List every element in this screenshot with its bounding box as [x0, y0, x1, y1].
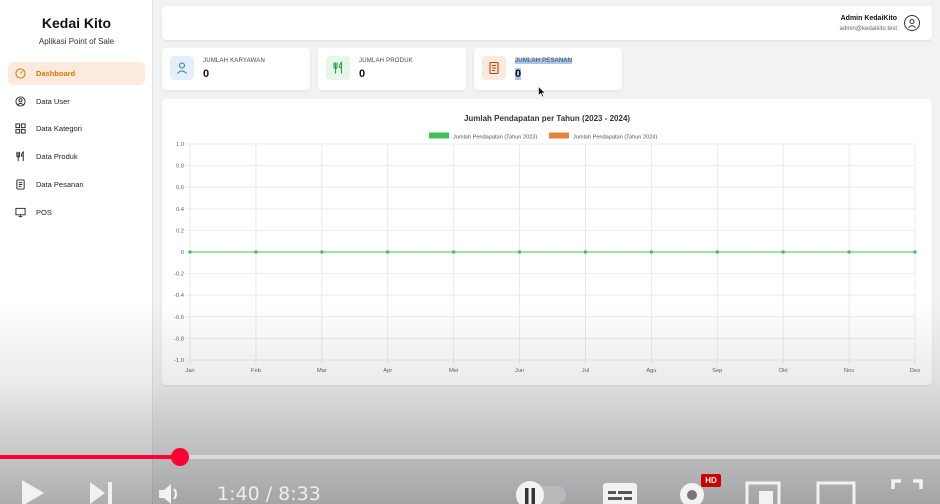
pause-toggle-icon [516, 481, 566, 504]
data-point [913, 250, 917, 254]
data-point [320, 250, 324, 254]
sidebar-item-data-pesanan[interactable]: Data Pesanan [8, 173, 145, 196]
brand-title: Kedai Kito [41, 15, 112, 31]
stat-label: JUMLAH PRODUK [359, 58, 413, 64]
hd-badge: HD [701, 474, 721, 487]
stat-value: 0 [203, 68, 210, 80]
monitor-icon [15, 207, 26, 218]
stat-card-karyawan: JUMLAH KARYAWAN 0 [162, 48, 310, 90]
admin-email: admin@kedaikito.test [839, 26, 897, 32]
data-point [517, 250, 522, 254]
volume-icon [159, 484, 177, 504]
y-tick-label: -0.2 [174, 272, 184, 278]
legend-label: Jumlah Pendapatan (Tahun 2023) [453, 135, 537, 141]
autoplay-toggle[interactable] [514, 480, 568, 504]
fullscreen-icon [891, 479, 923, 489]
y-tick-label: -0.4 [174, 293, 185, 299]
volume-button[interactable] [157, 483, 181, 504]
utensils-icon [326, 56, 350, 80]
sidebar-item-label: POS [36, 208, 52, 217]
subtitles-icon [603, 483, 637, 504]
progress-bar[interactable] [0, 448, 940, 466]
stat-value: 0 [359, 68, 366, 80]
legend-label: Jumlah Pendapatan (Tahun 2024) [573, 135, 657, 141]
legend-swatch [549, 132, 569, 139]
stat-value: 0 [515, 68, 522, 80]
brand: Kedai Kito Aplikasi Point of Sale [0, 15, 153, 46]
sidebar-item-label: Data Kategori [36, 124, 82, 133]
play-button[interactable] [18, 480, 46, 504]
top-bar: Admin KedaiKito admin@kedaikito.test [162, 6, 932, 40]
sidebar-item-data-produk[interactable]: Data Produk [8, 145, 145, 168]
sidebar-item-label: Data Produk [36, 152, 78, 161]
progress-scrubber[interactable] [171, 448, 189, 466]
gauge-icon [15, 68, 26, 79]
time-display: 1:40 / 8:33 [217, 483, 321, 504]
user-icon [170, 56, 194, 80]
avatar[interactable] [904, 15, 920, 31]
fullscreen-button[interactable] [891, 479, 923, 504]
admin-name: Admin KedaiKito [840, 15, 897, 22]
sidebar-item-data-kategori[interactable]: Data Kategori [8, 117, 145, 140]
receipt-icon [482, 56, 506, 80]
miniplayer-button[interactable] [745, 481, 781, 504]
sidebar-item-pos[interactable]: POS [8, 201, 145, 224]
y-tick-label: 1.0 [176, 142, 184, 148]
data-point [583, 250, 588, 254]
mouse-cursor-icon [538, 86, 546, 98]
stat-card-pesanan: JUMLAH PESANAN 0 [474, 48, 622, 90]
sidebar-item-label: Data User [36, 97, 70, 106]
data-point [781, 250, 785, 254]
stat-label: JUMLAH KARYAWAN [203, 58, 266, 64]
user-icon [908, 19, 916, 28]
progress-played [0, 455, 180, 459]
y-tick-label: 0.8 [176, 164, 184, 170]
stat-label: JUMLAH PESANAN [515, 58, 573, 64]
y-tick-label: 0.4 [176, 207, 185, 213]
data-point [452, 250, 456, 254]
sidebar-item-dashboard[interactable]: Dashboard [8, 62, 145, 85]
utensils-icon [15, 151, 26, 162]
data-point [254, 250, 258, 254]
miniplayer-icon [745, 481, 781, 504]
theater-mode-button[interactable] [816, 481, 856, 504]
user-circle-icon [15, 96, 26, 107]
sidebar-item-data-user[interactable]: Data User [8, 90, 145, 113]
data-point [847, 250, 851, 254]
grid-icon [15, 123, 26, 134]
legend-swatch [429, 132, 449, 139]
data-point [188, 250, 192, 254]
receipt-icon [15, 179, 26, 190]
stat-card-produk: JUMLAH PRODUK 0 [318, 48, 466, 90]
y-tick-label: 0.6 [176, 185, 184, 191]
y-tick-label: 0.2 [176, 228, 184, 234]
player-controls-gradient [0, 300, 940, 504]
play-icon [22, 480, 44, 504]
subtitles-button[interactable] [602, 482, 638, 504]
y-tick-label: 0 [181, 250, 184, 256]
brand-subtitle: Aplikasi Point of Sale [38, 37, 115, 46]
skip-next-icon [90, 482, 112, 504]
next-button[interactable] [88, 481, 116, 504]
data-point [649, 250, 653, 254]
data-point [715, 250, 719, 254]
sidebar-item-label: Dashboard [36, 69, 76, 78]
data-point [386, 250, 390, 254]
theater-icon [816, 481, 856, 504]
sidebar-item-label: Data Pesanan [36, 180, 84, 189]
